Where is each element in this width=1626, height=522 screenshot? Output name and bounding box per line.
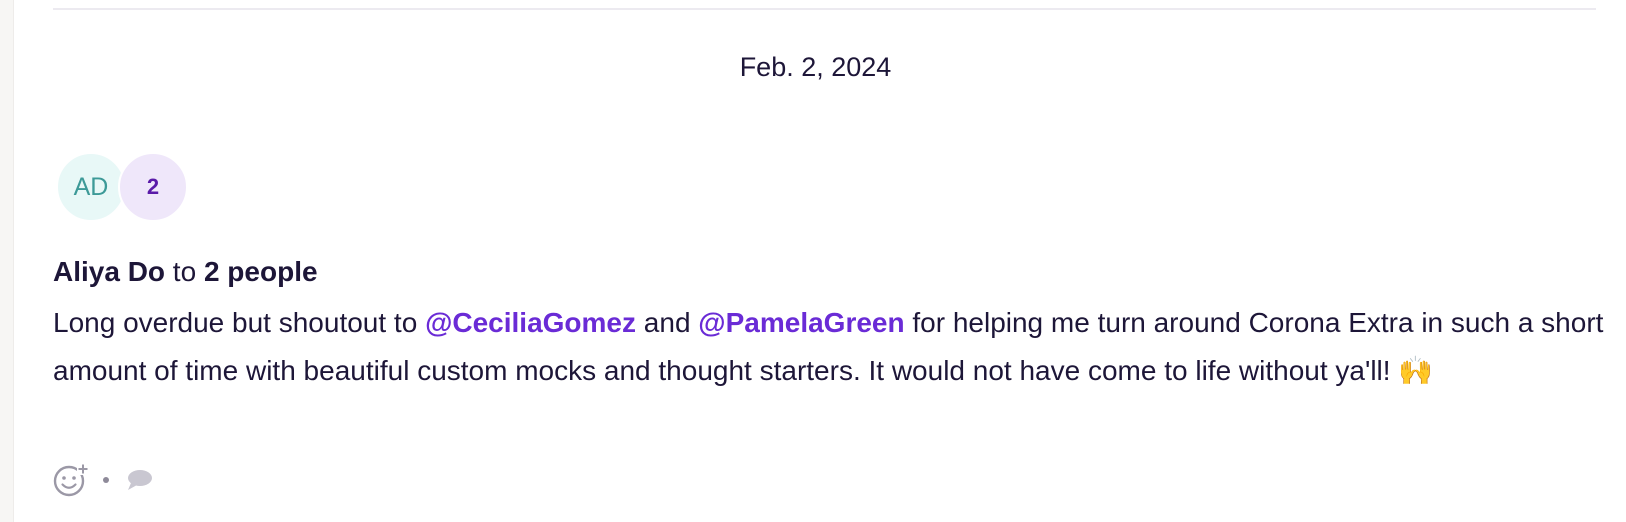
message-text: and — [636, 307, 699, 338]
post-card: Feb. 2, 2024 AD 2 Aliya Do to 2 people L… — [13, 0, 1626, 522]
post-date: Feb. 2, 2024 — [739, 52, 892, 82]
post-actions — [53, 460, 153, 500]
separator-dot — [103, 477, 109, 483]
mention-pamela[interactable]: @PamelaGreen — [698, 307, 904, 338]
author-avatar[interactable]: AD — [56, 152, 126, 222]
post-header: Aliya Do to 2 people — [53, 254, 318, 290]
add-reaction-icon[interactable] — [53, 462, 89, 498]
comment-icon[interactable] — [125, 468, 153, 492]
mention-cecilia[interactable]: @CeciliaGomez — [425, 307, 636, 338]
divider — [53, 8, 1596, 10]
recipients-link[interactable]: 2 people — [204, 256, 318, 287]
post-message: Long overdue but shoutout to @CeciliaGom… — [53, 299, 1608, 395]
recipients-count-avatar[interactable]: 2 — [118, 152, 188, 222]
to-connector: to — [165, 256, 204, 287]
message-text: Long overdue but shoutout to — [53, 307, 426, 338]
avatar-group[interactable]: AD 2 — [56, 152, 206, 224]
author-name[interactable]: Aliya Do — [53, 256, 165, 287]
raised-hands-emoji: 🙌 — [1398, 355, 1434, 386]
